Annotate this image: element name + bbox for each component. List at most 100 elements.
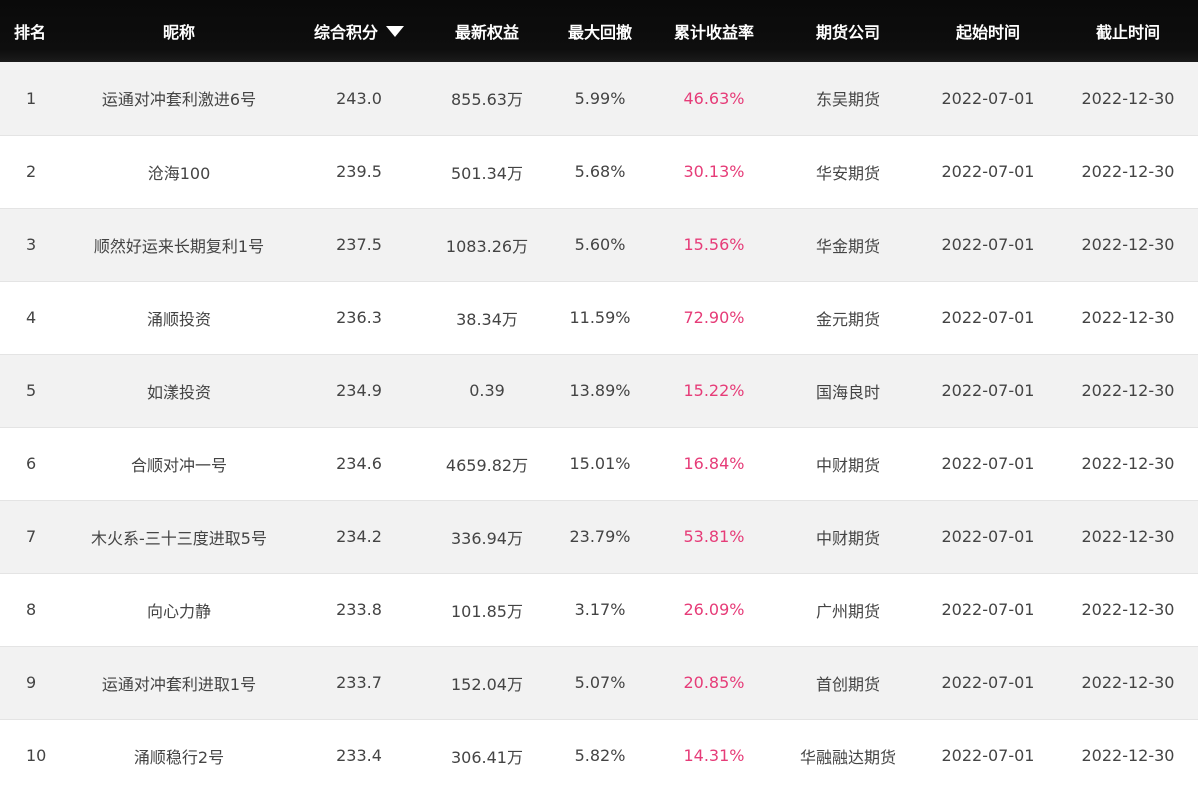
cell-rank: 8 xyxy=(26,600,37,619)
header-equity[interactable]: 最新权益 xyxy=(424,0,550,62)
table-row[interactable]: 10 涌顺稳行2号 233.4 306.41万 5.82% 14.31% 华融融达期货 202… xyxy=(0,719,1198,790)
cell-max-drawdown: 5.99% xyxy=(574,88,626,108)
nickname-text[interactable]: 沧海100 xyxy=(148,160,211,184)
header-cum-return[interactable]: 累计收益率 xyxy=(650,0,778,62)
cell-cum-return: 16.84% xyxy=(683,454,745,473)
cell-cum-return: 46.63% xyxy=(683,88,745,108)
header-nickname[interactable]: 昵称 xyxy=(64,0,294,62)
cell-start-date: 2022-07-01 xyxy=(941,162,1035,181)
table-header: 排名 昵称 综合积分 最新权益 最大回撤 累计收益率 期货公司 起始时间 截止时… xyxy=(0,0,1198,62)
cell-score: 239.5 xyxy=(336,162,382,181)
cell-rank: 5 xyxy=(26,381,37,400)
nickname-text[interactable]: 运通对冲套利激进6号 xyxy=(102,86,256,110)
cell-broker: 华安期货 xyxy=(815,163,880,183)
cell-max-drawdown: 5.60% xyxy=(574,235,626,254)
cell-nickname[interactable]: 沧海100 xyxy=(64,135,294,208)
cell-equity: 101.85万 xyxy=(451,601,523,621)
cell-equity: 4659.82万 xyxy=(445,455,529,475)
header-start[interactable]: 起始时间 xyxy=(918,0,1058,62)
cell-max-drawdown: 11.59% xyxy=(569,308,631,327)
table-body: 1 运通对冲套利激进6号 243.0 855.63万 5.99% 46.63% 东吴期货 20… xyxy=(0,62,1198,790)
cell-max-drawdown: 5.07% xyxy=(574,673,626,692)
cell-start-date: 2022-07-01 xyxy=(941,673,1035,692)
table-row[interactable]: 4 涌顺投资 236.3 38.34万 11.59% 72.90% 金元期货 2022-07-… xyxy=(0,281,1198,354)
cell-nickname[interactable]: 合顺对冲一号 xyxy=(64,427,294,500)
table-row[interactable]: 6 合顺对冲一号 234.6 4659.82万 15.01% 16.84% 中财期货 2022… xyxy=(0,427,1198,500)
cell-cum-return: 53.81% xyxy=(683,527,745,546)
cell-max-drawdown: 5.68% xyxy=(574,162,626,181)
cell-rank: 4 xyxy=(26,308,37,327)
cell-broker: 东吴期货 xyxy=(815,90,880,110)
cell-broker: 华金期货 xyxy=(815,236,880,256)
cell-rank: 6 xyxy=(26,454,37,473)
table-row[interactable]: 9 运通对冲套利进取1号 233.7 152.04万 5.07% 20.85% 首创期货 20… xyxy=(0,646,1198,719)
cell-nickname[interactable]: 顺然好运来长期复利1号 xyxy=(64,208,294,281)
header-broker[interactable]: 期货公司 xyxy=(778,0,918,62)
cell-equity: 1083.26万 xyxy=(445,236,529,256)
cell-end-date: 2022-12-30 xyxy=(1081,527,1175,546)
table-row[interactable]: 7 木火系-三十三度进取5号 234.2 336.94万 23.79% 53.81% 中财期… xyxy=(0,500,1198,573)
cell-nickname[interactable]: 向心力静 xyxy=(64,573,294,646)
cell-broker: 金元期货 xyxy=(815,309,880,329)
cell-rank: 3 xyxy=(26,235,37,254)
cell-equity: 855.63万 xyxy=(451,90,523,110)
cell-start-date: 2022-07-01 xyxy=(941,381,1035,400)
cell-broker: 国海良时 xyxy=(815,382,880,402)
cell-broker: 中财期货 xyxy=(815,528,880,548)
cell-max-drawdown: 15.01% xyxy=(569,454,631,473)
header-row: 排名 昵称 综合积分 最新权益 最大回撤 累计收益率 期货公司 起始时间 截止时… xyxy=(0,0,1198,62)
cell-start-date: 2022-07-01 xyxy=(941,235,1035,254)
cell-end-date: 2022-12-30 xyxy=(1081,381,1175,400)
cell-score: 233.8 xyxy=(336,600,382,619)
nickname-text[interactable]: 木火系-三十三度进取5号 xyxy=(91,525,267,549)
cell-broker: 广州期货 xyxy=(815,601,880,621)
cell-score: 233.7 xyxy=(336,673,382,692)
triangle-down-icon xyxy=(386,26,404,37)
cell-rank: 7 xyxy=(26,527,37,546)
cell-nickname[interactable]: 运通对冲套利进取1号 xyxy=(64,646,294,719)
cell-max-drawdown: 5.82% xyxy=(574,746,626,765)
cell-rank: 9 xyxy=(26,673,37,692)
cell-score: 236.3 xyxy=(336,308,382,327)
cell-start-date: 2022-07-01 xyxy=(941,308,1035,327)
nickname-text[interactable]: 如漾投资 xyxy=(147,379,211,403)
nickname-text[interactable]: 顺然好运来长期复利1号 xyxy=(94,233,264,257)
cell-cum-return: 30.13% xyxy=(683,162,745,181)
cell-max-drawdown: 23.79% xyxy=(569,527,631,546)
cell-end-date: 2022-12-30 xyxy=(1081,162,1175,181)
nickname-text[interactable]: 向心力静 xyxy=(147,598,211,622)
table-row[interactable]: 8 向心力静 233.8 101.85万 3.17% 26.09% 广州期货 2022-07-… xyxy=(0,573,1198,646)
cell-end-date: 2022-12-30 xyxy=(1081,600,1175,619)
cell-equity: 501.34万 xyxy=(451,163,523,183)
cell-score: 234.2 xyxy=(336,527,382,546)
table-row[interactable]: 3 顺然好运来长期复利1号 237.5 1083.26万 5.60% 15.56% 华金期货… xyxy=(0,208,1198,281)
cell-rank: 10 xyxy=(26,746,47,765)
header-end[interactable]: 截止时间 xyxy=(1058,0,1198,62)
header-max-drawdown[interactable]: 最大回撤 xyxy=(550,0,650,62)
cell-nickname[interactable]: 涌顺稳行2号 xyxy=(64,719,294,790)
cell-equity: 336.94万 xyxy=(451,528,523,548)
header-rank[interactable]: 排名 xyxy=(0,0,64,62)
cell-nickname[interactable]: 木火系-三十三度进取5号 xyxy=(64,500,294,573)
cell-equity: 306.41万 xyxy=(451,747,523,767)
nickname-text[interactable]: 运通对冲套利进取1号 xyxy=(102,671,256,695)
cell-end-date: 2022-12-30 xyxy=(1081,454,1175,473)
cell-cum-return: 20.85% xyxy=(683,673,745,692)
cell-nickname[interactable]: 涌顺投资 xyxy=(64,281,294,354)
cell-start-date: 2022-07-01 xyxy=(941,527,1035,546)
cell-cum-return: 72.90% xyxy=(683,308,745,327)
nickname-text[interactable]: 涌顺稳行2号 xyxy=(134,744,224,768)
table-row[interactable]: 2 沧海100 239.5 501.34万 5.68% 30.13% 华安期货 2022-07… xyxy=(0,135,1198,208)
nickname-text[interactable]: 涌顺投资 xyxy=(147,306,211,330)
nickname-text[interactable]: 合顺对冲一号 xyxy=(131,452,227,476)
cell-start-date: 2022-07-01 xyxy=(941,600,1035,619)
cell-nickname[interactable]: 如漾投资 xyxy=(64,354,294,427)
header-score-sort[interactable]: 综合积分 xyxy=(294,0,424,62)
table-row[interactable]: 1 运通对冲套利激进6号 243.0 855.63万 5.99% 46.63% 东吴期货 20… xyxy=(0,62,1198,135)
table-row[interactable]: 5 如漾投资 234.9 0.39 13.89% 15.22% 国海良时 2022-07-01… xyxy=(0,354,1198,427)
cell-broker: 首创期货 xyxy=(815,674,880,694)
cell-broker: 华融融达期货 xyxy=(799,747,896,767)
cell-max-drawdown: 3.17% xyxy=(574,600,626,619)
cell-cum-return: 15.56% xyxy=(683,235,745,254)
cell-nickname[interactable]: 运通对冲套利激进6号 xyxy=(64,62,294,135)
